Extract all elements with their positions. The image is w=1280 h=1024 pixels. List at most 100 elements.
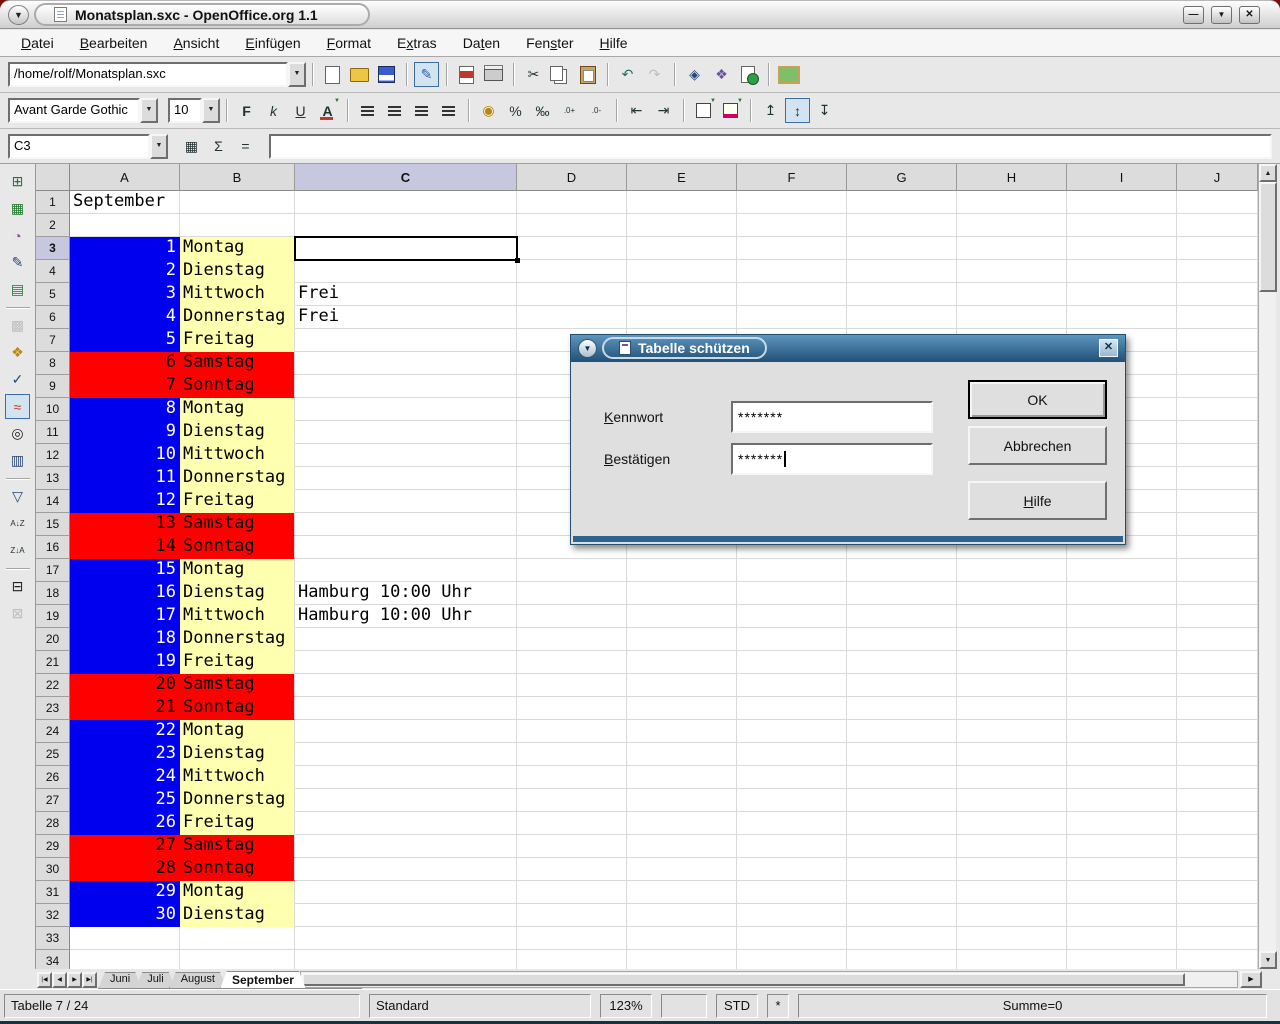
cell-I20[interactable] — [1067, 628, 1177, 651]
cell-B31[interactable]: Montag — [180, 881, 295, 904]
cell-J19[interactable] — [1177, 605, 1258, 628]
scroll-right-icon[interactable]: ▶ — [1240, 971, 1262, 988]
cell-H18[interactable] — [957, 582, 1067, 605]
cell-I31[interactable] — [1067, 881, 1177, 904]
cell-F1[interactable] — [737, 191, 847, 214]
cell-A8[interactable]: 6 — [70, 352, 180, 375]
cell-J31[interactable] — [1177, 881, 1258, 904]
cell-J7[interactable] — [1177, 329, 1258, 352]
cell-J33[interactable] — [1177, 927, 1258, 950]
cell-A34[interactable] — [70, 950, 180, 969]
select-all-corner[interactable] — [36, 164, 70, 191]
cell-A13[interactable]: 11 — [70, 467, 180, 490]
cell-G34[interactable] — [847, 950, 957, 969]
cell-D23[interactable] — [517, 697, 627, 720]
cell-G27[interactable] — [847, 789, 957, 812]
column-header-d[interactable]: D — [517, 164, 627, 191]
cell-H33[interactable] — [957, 927, 1067, 950]
column-header-b[interactable]: B — [180, 164, 295, 191]
cell-D26[interactable] — [517, 766, 627, 789]
find-replace-icon[interactable]: ◎ — [5, 421, 30, 446]
cell-J34[interactable] — [1177, 950, 1258, 969]
cell-B22[interactable]: Samstag — [180, 674, 295, 697]
number-standard-icon[interactable]: ‰ — [530, 98, 555, 123]
cell-B26[interactable]: Mittwoch — [180, 766, 295, 789]
cell-F3[interactable] — [737, 237, 847, 260]
row-header-8[interactable]: 8 — [36, 352, 70, 375]
cell-C27[interactable] — [295, 789, 517, 812]
insert-cells-icon[interactable]: ▦ — [5, 196, 30, 221]
cell-B17[interactable]: Montag — [180, 559, 295, 582]
cell-D27[interactable] — [517, 789, 627, 812]
add-decimal-icon[interactable]: .0+ — [557, 98, 582, 123]
cell-J22[interactable] — [1177, 674, 1258, 697]
cell-C6[interactable]: Frei — [295, 306, 517, 329]
cell-D3[interactable] — [517, 237, 627, 260]
confirm-input[interactable]: ******* — [731, 443, 933, 475]
cell-G30[interactable] — [847, 858, 957, 881]
cell-F22[interactable] — [737, 674, 847, 697]
cell-A12[interactable]: 10 — [70, 444, 180, 467]
cell-D32[interactable] — [517, 904, 627, 927]
sheet-tab-juni[interactable]: Juni — [98, 972, 142, 989]
sum-icon[interactable]: Σ — [206, 134, 231, 159]
cell-A20[interactable]: 18 — [70, 628, 180, 651]
cell-B18[interactable]: Dienstag — [180, 582, 295, 605]
menu-hilfe[interactable]: Hilfe — [587, 31, 641, 55]
cell-A24[interactable]: 22 — [70, 720, 180, 743]
selection-mode-field[interactable]: STD — [716, 994, 758, 1018]
cell-D25[interactable] — [517, 743, 627, 766]
cell-C11[interactable] — [295, 421, 517, 444]
menu-format[interactable]: Format — [314, 31, 384, 55]
align-v-top-icon[interactable]: ↥ — [758, 98, 783, 123]
cell-C17[interactable] — [295, 559, 517, 582]
row-header-2[interactable]: 2 — [36, 214, 70, 237]
cell-C20[interactable] — [295, 628, 517, 651]
cell-A25[interactable]: 23 — [70, 743, 180, 766]
choose-themes-icon[interactable]: ❖ — [5, 340, 30, 365]
cell-F25[interactable] — [737, 743, 847, 766]
zoom-field[interactable]: 123% — [600, 994, 652, 1018]
cell-G31[interactable] — [847, 881, 957, 904]
name-box-dropdown-icon[interactable]: ▼ — [150, 134, 168, 159]
cell-B13[interactable]: Donnerstag — [180, 467, 295, 490]
cell-B6[interactable]: Donnerstag — [180, 306, 295, 329]
cell-I28[interactable] — [1067, 812, 1177, 835]
cell-A19[interactable]: 17 — [70, 605, 180, 628]
cell-I27[interactable] — [1067, 789, 1177, 812]
cell-A22[interactable]: 20 — [70, 674, 180, 697]
url-combo[interactable]: /home/rolf/Monatsplan.sxc ▼ — [8, 62, 306, 87]
cell-I25[interactable] — [1067, 743, 1177, 766]
cell-A29[interactable]: 27 — [70, 835, 180, 858]
title-bar[interactable]: ▼ Monatsplan.sxc - OpenOffice.org 1.1 —▼… — [0, 1, 1280, 29]
cell-C15[interactable] — [295, 513, 517, 536]
font-name-combo[interactable]: Avant Garde Gothic ▼ — [8, 98, 158, 123]
column-header-f[interactable]: F — [737, 164, 847, 191]
cell-F30[interactable] — [737, 858, 847, 881]
row-header-24[interactable]: 24 — [36, 720, 70, 743]
cell-I24[interactable] — [1067, 720, 1177, 743]
cell-H28[interactable] — [957, 812, 1067, 835]
cell-B28[interactable]: Freitag — [180, 812, 295, 835]
row-header-33[interactable]: 33 — [36, 927, 70, 950]
cell-J17[interactable] — [1177, 559, 1258, 582]
column-header-c[interactable]: C — [295, 164, 517, 191]
form-controls-icon[interactable]: ▤ — [5, 277, 30, 302]
export-pdf-icon[interactable] — [454, 62, 479, 87]
cell-J5[interactable] — [1177, 283, 1258, 306]
undo-icon[interactable]: ↶ — [615, 62, 640, 87]
cell-H20[interactable] — [957, 628, 1067, 651]
cell-J32[interactable] — [1177, 904, 1258, 927]
cell-A33[interactable] — [70, 927, 180, 950]
dialog-menu-icon[interactable]: ▼ — [578, 339, 597, 358]
cell-H23[interactable] — [957, 697, 1067, 720]
first-sheet-icon[interactable]: |◀ — [37, 972, 52, 988]
cell-J29[interactable] — [1177, 835, 1258, 858]
decrease-indent-icon[interactable]: ⇤ — [624, 98, 649, 123]
background-color-icon[interactable]: ▼ — [718, 98, 743, 123]
new-document-icon[interactable] — [320, 62, 345, 87]
row-header-34[interactable]: 34 — [36, 950, 70, 969]
cell-F17[interactable] — [737, 559, 847, 582]
font-name-dropdown-icon[interactable]: ▼ — [140, 98, 158, 123]
cell-I21[interactable] — [1067, 651, 1177, 674]
